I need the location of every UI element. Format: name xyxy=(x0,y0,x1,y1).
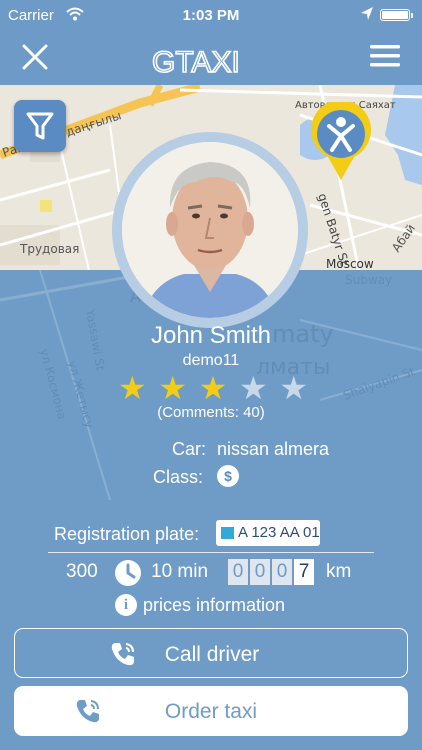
odometer-digit: 0 xyxy=(272,559,292,585)
driver-name: John Smith xyxy=(150,322,272,349)
filter-icon xyxy=(26,112,54,140)
plate-number: A 123 AA 01 xyxy=(238,524,320,541)
star-icon: ★ xyxy=(279,369,308,407)
info-icon[interactable]: i xyxy=(115,594,137,616)
registration-plate: A 123 AA 01 xyxy=(216,520,320,546)
star-icon: ★ xyxy=(198,369,228,407)
driver-login: demo11 xyxy=(182,352,240,369)
star-icon: ★ xyxy=(238,369,268,407)
flag-icon xyxy=(221,527,234,539)
filter-button[interactable] xyxy=(14,100,66,152)
registration-label: Registration plate: xyxy=(54,524,200,544)
trip-distance: 300 xyxy=(66,561,98,582)
odometer-digit: 7 xyxy=(294,559,314,585)
star-icon: ★ xyxy=(118,369,147,407)
driver-avatar xyxy=(122,142,298,318)
car-value: nissan almera xyxy=(217,439,330,459)
odometer-digit: 0 xyxy=(250,559,270,585)
star-icon: ★ xyxy=(158,369,188,407)
call-driver-button[interactable]: Call driver xyxy=(14,628,408,678)
comments-link[interactable]: (Comments: 40) xyxy=(0,404,422,421)
nav-bar: GTAXI xyxy=(0,30,422,85)
odometer-digit: 0 xyxy=(228,559,248,585)
map-label-poi: Moscow xyxy=(326,257,374,271)
odometer-unit: km xyxy=(326,561,352,582)
location-arrow-icon xyxy=(361,7,373,20)
logo-text: GTAXI xyxy=(152,46,240,79)
menu-icon[interactable] xyxy=(370,43,400,69)
order-taxi-button[interactable]: Order taxi xyxy=(14,686,408,736)
map-label-street-2: Трудовая xyxy=(19,242,79,256)
divider xyxy=(48,552,374,553)
call-driver-label: Call driver xyxy=(164,643,260,666)
odometer: 0 0 0 7 xyxy=(228,559,316,585)
taxi-location-pin-icon[interactable] xyxy=(308,102,374,182)
rating-stars: ★ ★ ★ ★ ★ xyxy=(118,372,308,404)
trip-time: 10 min xyxy=(151,561,209,582)
close-icon[interactable] xyxy=(18,40,52,74)
status-time: 1:03 PM xyxy=(182,7,240,24)
car-label: Car: xyxy=(172,439,207,459)
class-label: Class: xyxy=(153,467,204,487)
driver-photo xyxy=(122,142,298,318)
battery-icon xyxy=(380,9,413,21)
status-bar: Carrier 1:03 PM xyxy=(0,0,422,30)
dollar-icon: $ xyxy=(217,465,239,487)
prices-information-link[interactable]: prices information xyxy=(143,595,285,616)
clock-icon xyxy=(115,560,141,586)
map-label-poi-sub: Subway xyxy=(345,273,392,287)
order-taxi-label: Order taxi xyxy=(164,700,258,723)
app-logo: GTAXI xyxy=(151,45,240,80)
